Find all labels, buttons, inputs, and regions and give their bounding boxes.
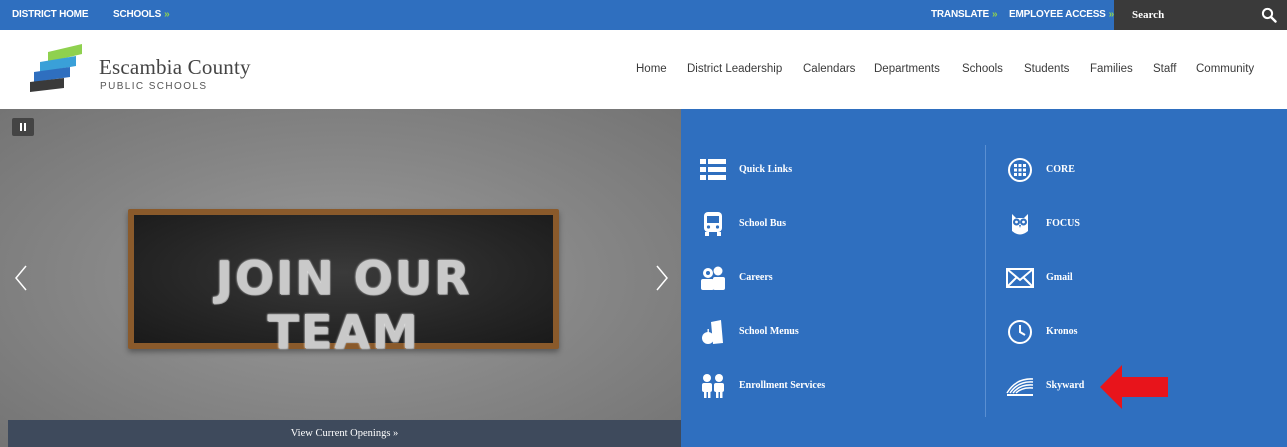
employee-access-dropdown[interactable]: EMPLOYEE ACCESS» <box>1009 0 1114 30</box>
nav-students[interactable]: Students <box>1024 63 1069 75</box>
schools-label: SCHOOLS <box>113 9 162 20</box>
people-icon <box>701 266 725 290</box>
quick-link-label: Gmail <box>1046 272 1073 283</box>
nav-schools[interactable]: Schools <box>962 63 1003 75</box>
nav-families[interactable]: Families <box>1090 63 1133 75</box>
quick-link-label: Quick Links <box>739 164 793 175</box>
quick-links-panel: Quick Links School Bus Careers School Me… <box>681 109 1287 447</box>
nav-district-leadership[interactable]: District Leadership <box>687 63 782 75</box>
grid-circle-icon <box>1008 158 1032 182</box>
nav-calendars[interactable]: Calendars <box>803 63 855 75</box>
quick-link-label: FOCUS <box>1046 218 1080 229</box>
dropdown-marker: » <box>164 9 170 20</box>
search-box[interactable]: Search <box>1114 0 1287 30</box>
translate-dropdown[interactable]: TRANSLATE» <box>931 0 998 30</box>
view-openings-link[interactable]: View Current Openings » <box>8 420 681 447</box>
search-icon[interactable] <box>1261 7 1277 23</box>
clock-icon <box>1008 320 1032 344</box>
utility-bar: DISTRICT HOME SCHOOLS» TRANSLATE» EMPLOY… <box>0 0 1287 30</box>
quick-link-label: Careers <box>739 272 773 283</box>
employee-access-label: EMPLOYEE ACCESS <box>1009 9 1106 20</box>
envelope-icon <box>1006 268 1034 288</box>
pause-icon <box>24 123 26 131</box>
search-input[interactable]: Search <box>1132 0 1164 30</box>
logo-name[interactable]: Escambia County <box>99 55 251 80</box>
pause-icon <box>20 123 22 131</box>
district-home-link[interactable]: DISTRICT HOME <box>12 0 88 30</box>
logo-subtitle: PUBLIC SCHOOLS <box>100 81 208 92</box>
quick-link-label: Skyward <box>1046 380 1085 391</box>
quick-link-label: Kronos <box>1046 326 1078 337</box>
pause-button[interactable] <box>12 118 34 136</box>
column-divider <box>985 145 986 417</box>
owl-icon <box>1012 214 1028 235</box>
translate-label: TRANSLATE <box>931 9 990 20</box>
site-header: Escambia County PUBLIC SCHOOLS Home Dist… <box>0 30 1287 109</box>
red-arrow-icon <box>1100 365 1168 409</box>
slide-headline: JOIN OUR TEAM <box>215 251 472 359</box>
district-logo-icon[interactable] <box>30 44 88 96</box>
dropdown-marker: » <box>992 9 998 20</box>
nav-home[interactable]: Home <box>636 63 667 75</box>
bus-icon <box>704 212 722 236</box>
apple-icon <box>702 320 723 344</box>
quick-link-label: School Menus <box>739 326 799 337</box>
chalkboard-image: JOIN OUR TEAM <box>128 209 559 359</box>
next-slide-icon[interactable] <box>655 264 669 292</box>
nav-departments[interactable]: Departments <box>874 63 940 75</box>
nav-staff[interactable]: Staff <box>1153 63 1176 75</box>
quick-link-label: CORE <box>1046 164 1075 175</box>
schools-dropdown[interactable]: SCHOOLS» <box>113 0 170 30</box>
nav-community[interactable]: Community <box>1196 63 1254 75</box>
chalkboard: JOIN OUR TEAM <box>134 215 553 359</box>
quick-link-label: School Bus <box>739 218 786 229</box>
skyward-logo-icon <box>1006 378 1034 396</box>
openings-bar: View Current Openings » <box>8 420 681 447</box>
previous-slide-icon[interactable] <box>14 264 28 292</box>
quick-link-label: Enrollment Services <box>739 380 826 391</box>
list-icon <box>700 159 726 180</box>
students-icon <box>702 374 724 398</box>
hero-slider: JOIN OUR TEAM View Current Openings » <box>0 109 681 447</box>
